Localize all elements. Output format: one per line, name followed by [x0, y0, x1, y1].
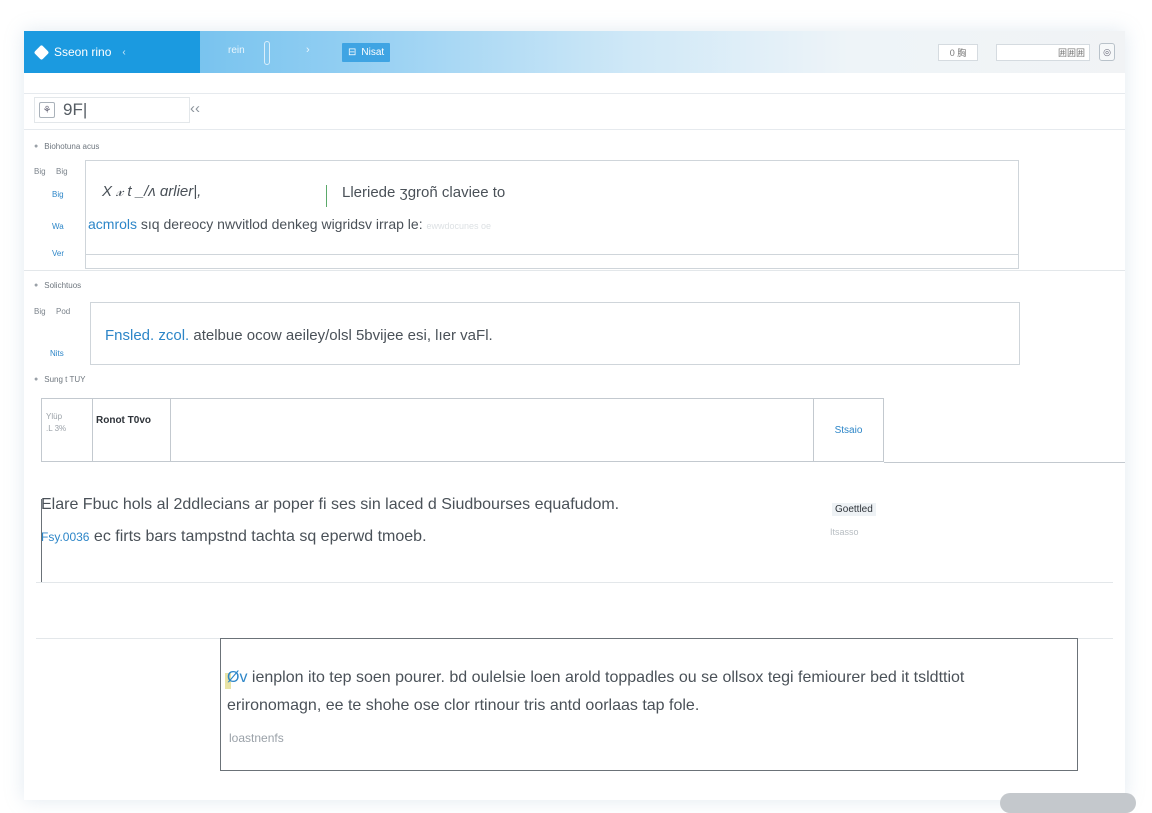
brand-menu[interactable]: Sseon rino ‹ [24, 31, 200, 73]
divider [24, 270, 1125, 271]
bullet-icon: ● [34, 143, 39, 150]
status-link[interactable]: Stsaio [814, 399, 883, 461]
table-cell[interactable] [171, 399, 814, 461]
breadcrumb[interactable]: rein [228, 45, 245, 56]
status-badge: Goettled [832, 503, 876, 516]
panel1-footer [85, 255, 1019, 269]
lead-text-line1: Elare Fbuc hols al 2ddlecians ar poper f… [41, 496, 620, 513]
divider [36, 582, 1113, 583]
side-label: Big [34, 307, 46, 316]
forward-arrow-icon[interactable]: › [306, 44, 310, 56]
search-value: 9F| [63, 100, 88, 119]
search-icon: ⚘ [39, 102, 55, 118]
next-label: Nisat [361, 47, 385, 58]
search-input[interactable]: ⚘ 9F| [34, 97, 190, 123]
toolbar-field-b[interactable]: 囲囲囲 [996, 44, 1090, 61]
brand-caret-icon: ‹ [122, 46, 126, 58]
app-window: Sseon rino ‹ rein › ⊟ Nisat 0 胸 囲囲囲 ◎ ⚘ … [24, 31, 1125, 800]
side-link[interactable]: Ver [52, 249, 64, 258]
text-panel-2[interactable]: Fnsled. zcol. atelbue ocow aeiley/olsl 5… [90, 302, 1020, 365]
settings-icon[interactable]: ◎ [1099, 43, 1115, 61]
status-subtext: Itsasso [830, 527, 859, 537]
text-panel-1[interactable]: X 𝓍 t _/ʌ ɑrlier|, Lleriede ʒgroñ clavie… [85, 160, 1019, 255]
side-label: Pod [56, 307, 71, 316]
side-link[interactable]: Wa [52, 222, 64, 231]
side-label: Big [56, 167, 68, 176]
lead-text-line2: Fsy.0036 ec firts bars tampstnd tachta s… [41, 528, 427, 545]
floating-action-pill[interactable] [1000, 793, 1136, 813]
data-table: Ylüp .L 3% Ronot T0vo Stsaio [41, 398, 884, 462]
card-line-1: Øv ienplon ito tep soen pourer. bd oulel… [227, 669, 965, 686]
text-cursor [326, 185, 327, 207]
divider [884, 462, 1125, 463]
table-cell[interactable]: Ronot T0vo [93, 399, 171, 461]
card-line-2: erironomagn, ee te shohe ose clor rtinou… [227, 697, 700, 714]
brand-label: Sseon rino [54, 45, 112, 59]
panel1-text-a: X 𝓍 t _/ʌ ɑrlier|, [102, 183, 202, 200]
panel1-text-c: acmrols sıq dereocy nwvitlod denkeg wigr… [88, 216, 492, 232]
brand-logo-icon [33, 44, 50, 60]
next-icon: ⊟ [348, 47, 357, 58]
table-cell: Ylüp .L 3% [42, 399, 93, 461]
search-row: ⚘ 9F| ‹‹ [24, 93, 1125, 130]
panel2-text: Fnsled. zcol. atelbue ocow aeiley/olsl 5… [105, 327, 493, 344]
panel1-text-b: Lleriede ʒgroñ claviee to [342, 184, 506, 201]
side-label: Big [34, 167, 46, 176]
bullet-icon: ● [34, 282, 39, 289]
section-label-3: ● Sung t TUY [34, 375, 86, 384]
breadcrumb-separator [264, 41, 270, 65]
next-button[interactable]: ⊟ Nisat [342, 43, 391, 62]
section-label-2: ● Solichtuos [34, 281, 82, 290]
toolbar-field-a[interactable]: 0 胸 [938, 44, 978, 61]
collapse-icon[interactable]: ‹‹ [190, 100, 200, 117]
section-label-1: ● Biohotuna acus [34, 142, 100, 151]
side-link[interactable]: Big [52, 190, 64, 199]
note-card[interactable]: Øv ienplon ito tep soen pourer. bd oulel… [220, 638, 1078, 771]
card-footer: loastnenfs [229, 731, 284, 745]
top-bar: Sseon rino ‹ rein › ⊟ Nisat 0 胸 囲囲囲 ◎ [24, 31, 1125, 73]
bullet-icon: ● [34, 376, 39, 383]
side-link[interactable]: Nits [50, 349, 64, 358]
